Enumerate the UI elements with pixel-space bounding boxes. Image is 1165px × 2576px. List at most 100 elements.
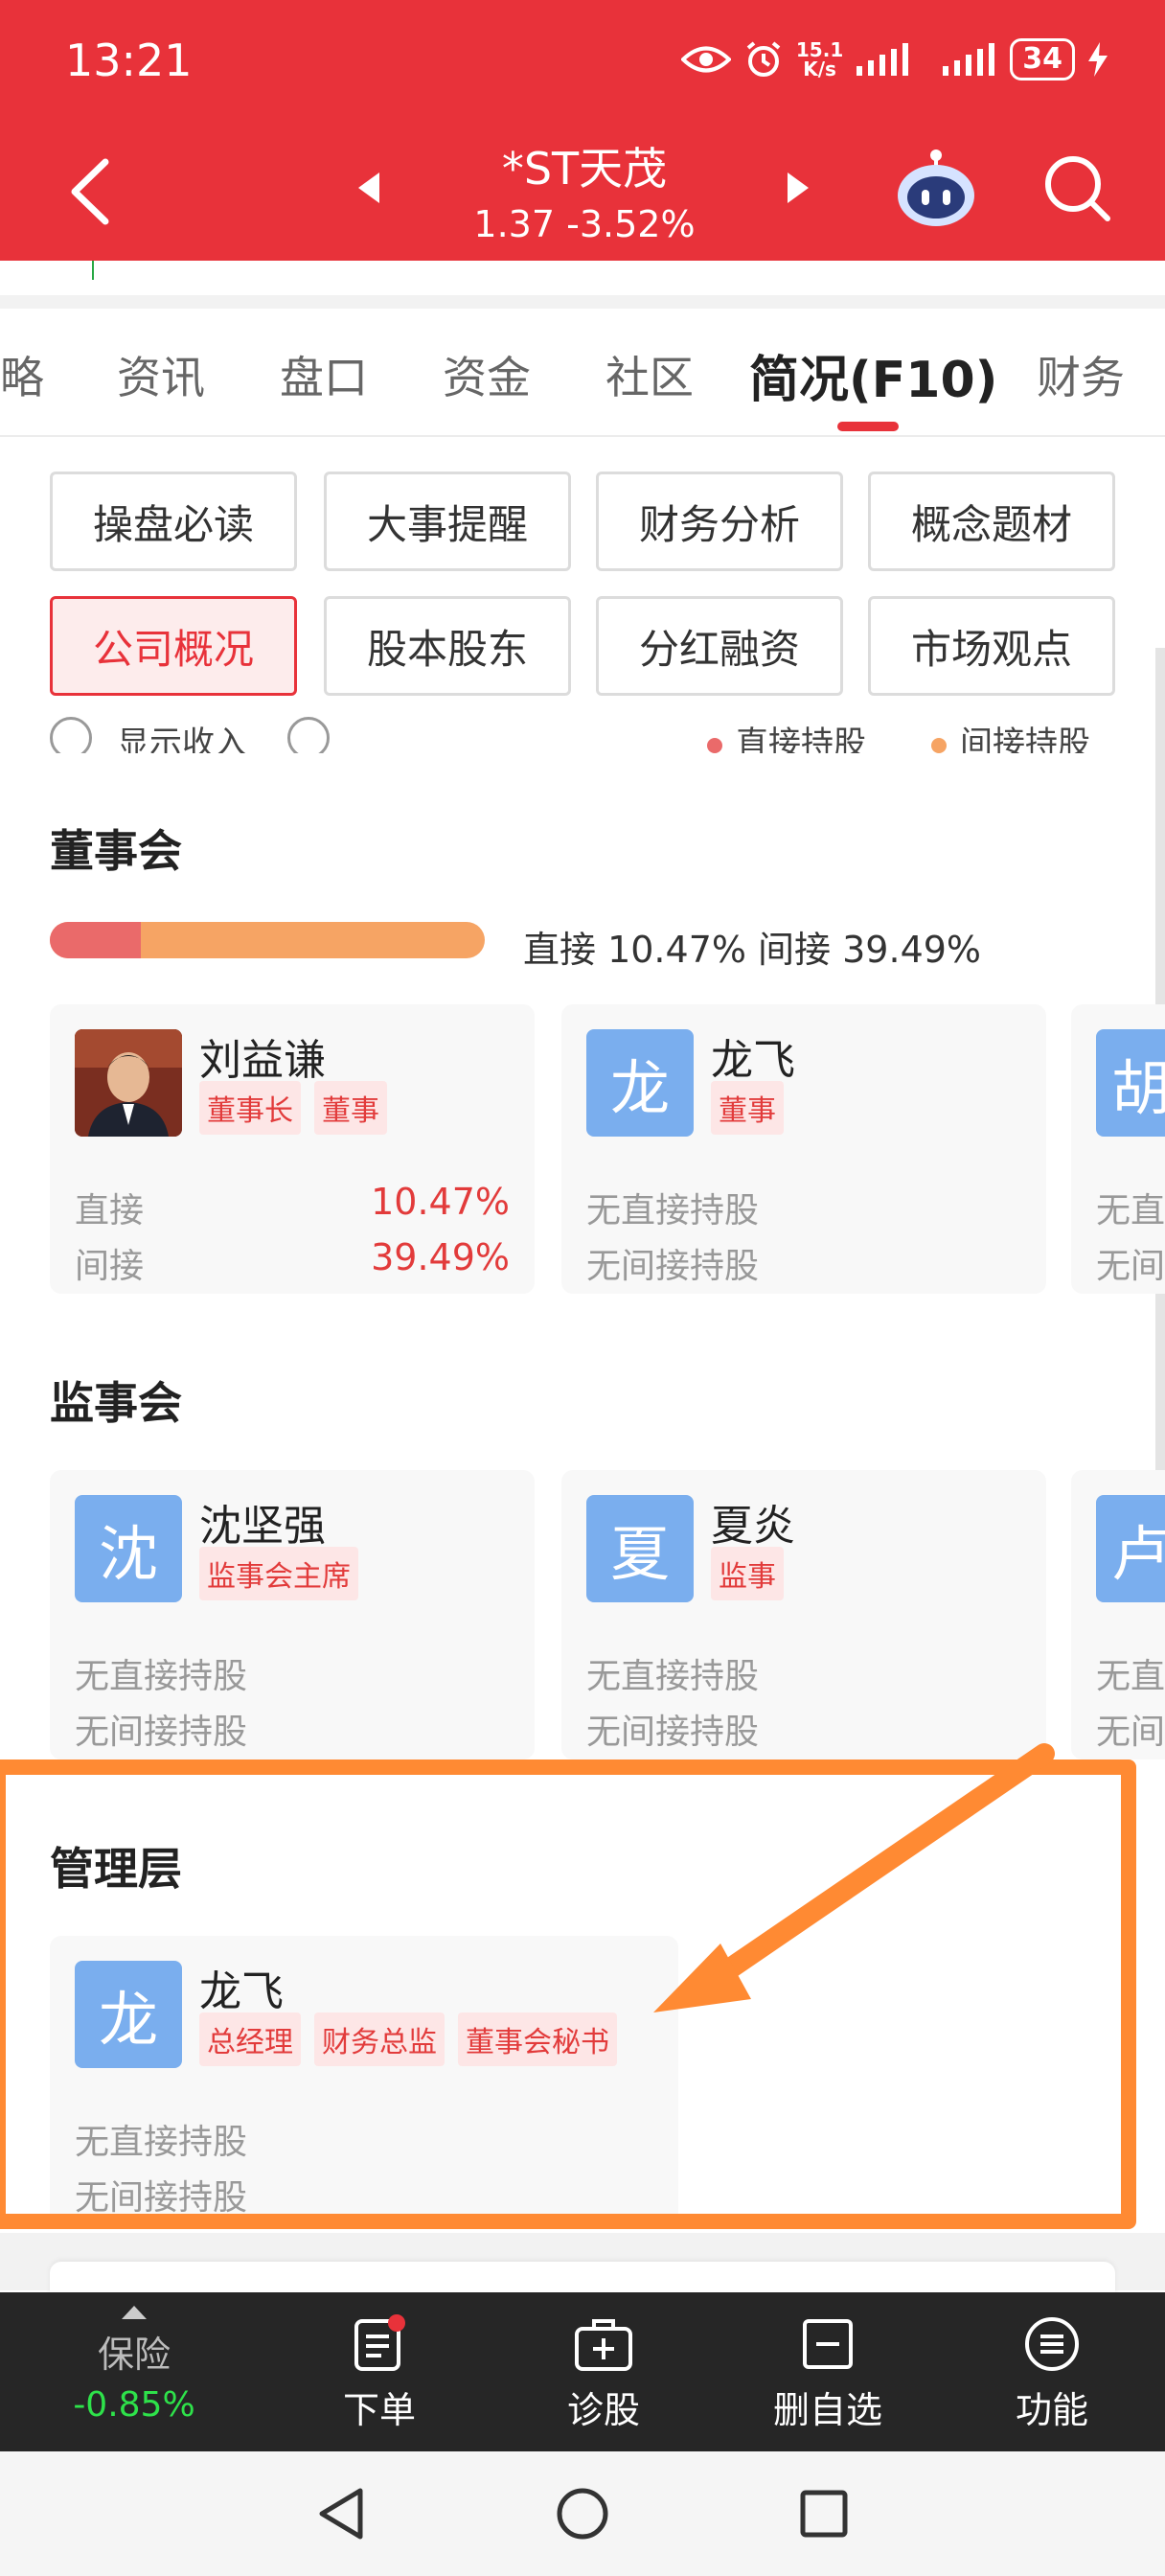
direct-holding-fill [50, 922, 142, 958]
speed-unit: K/s [803, 58, 836, 80]
member-card-partial[interactable]: 胡 无直 无间 [1071, 1004, 1165, 1294]
direct-label: 直接 [75, 1191, 145, 1230]
diagnose-button[interactable]: 诊股 [508, 2313, 699, 2433]
nav-back-button[interactable] [303, 2480, 379, 2547]
back-arrow-icon [71, 158, 109, 225]
member-card-partial[interactable]: 卢 无直 无间 [1071, 1470, 1165, 1760]
legend-indirect: 间接持股 [931, 717, 1090, 753]
prev-triangle-icon [358, 172, 379, 203]
stock-price-line: 1.37 -3.52% [412, 203, 757, 245]
role-tag: 董事 [314, 1081, 387, 1135]
robot-assistant-icon [898, 150, 974, 226]
insurance-button[interactable]: 保险 -0.85% [38, 2304, 230, 2425]
role-tag: 监事 [711, 1547, 784, 1600]
nav-recents-button[interactable] [786, 2480, 862, 2547]
tab-finance[interactable]: 财务 [1037, 343, 1125, 406]
member-name: 龙飞 [711, 1036, 795, 1085]
indirect-dot [931, 737, 947, 753]
role-tags: 监事 [711, 1547, 784, 1600]
direct-dot [707, 737, 722, 753]
holding-bar [50, 922, 485, 958]
status-time: 13:21 [65, 34, 193, 86]
avatar: 胡 [1096, 1029, 1165, 1137]
member-name: 夏炎 [711, 1502, 795, 1551]
no-indirect-holding: 无间接持股 [75, 1713, 248, 1752]
nav-back-icon [319, 2488, 363, 2540]
avatar-photo [75, 1029, 182, 1137]
order-button[interactable]: 下单 [284, 2313, 475, 2433]
chip-concepts[interactable]: 概念题材 [868, 472, 1115, 571]
direct-value: 10.47% [371, 1181, 510, 1223]
chip-events[interactable]: 大事提醒 [324, 472, 571, 571]
no-direct-holding: 无直接持股 [75, 1657, 248, 1696]
remove-watchlist-icon [732, 2313, 924, 2375]
show-income-label: 显示收入 [117, 724, 247, 753]
no-direct-holding: 无直 [1096, 1657, 1165, 1696]
chip-must-read[interactable]: 操盘必读 [50, 472, 297, 571]
functions-label: 功能 [1015, 2389, 1088, 2431]
member-name: 刘益谦 [199, 1036, 326, 1085]
chip-market-views[interactable]: 市场观点 [868, 596, 1115, 696]
tab-funds[interactable]: 资金 [443, 343, 531, 406]
robot-assistant-button[interactable] [893, 146, 979, 232]
no-direct-holding: 无直接持股 [586, 1657, 760, 1696]
indirect-label: 间接 [75, 1247, 145, 1286]
chip-company-profile[interactable]: 公司概况 [50, 596, 297, 696]
indirect-value: 39.49% [371, 1236, 510, 1278]
speed-value: 15.1 [795, 38, 844, 61]
tab-community[interactable]: 社区 [605, 343, 694, 406]
role-tags: 监事会主席 [199, 1547, 358, 1600]
member-card[interactable]: 沈 沈坚强 监事会主席 无直接持股 无间接持股 [50, 1470, 535, 1760]
member-card[interactable]: 夏 夏炎 监事 无直接持股 无间接持股 [561, 1470, 1046, 1760]
next-stock-button[interactable] [778, 169, 816, 207]
management-title: 管理层 [50, 1843, 182, 1895]
insurance-value: -0.85% [73, 2385, 195, 2425]
caret-up-icon [122, 2306, 147, 2319]
remove-watchlist-button[interactable]: 删自选 [732, 2313, 924, 2433]
show-income-radio[interactable] [50, 717, 92, 753]
chip-shareholders[interactable]: 股本股东 [324, 596, 571, 696]
tab-orderbook[interactable]: 盘口 [280, 343, 368, 406]
member-card[interactable]: 刘益谦 董事长 董事 直接 10.47% 间接 39.49% [50, 1004, 535, 1294]
nav-recents-icon [800, 2490, 848, 2538]
person-photo-icon [75, 1029, 182, 1137]
tab-news[interactable]: 资讯 [117, 343, 205, 406]
tab-f10-overview[interactable]: 简况(F10) [749, 339, 997, 411]
nav-home-icon [557, 2488, 608, 2540]
system-nav-bar [0, 2451, 1165, 2576]
tab-strategy[interactable]: 略 [0, 343, 44, 406]
info-icon[interactable] [287, 717, 330, 753]
eye-icon [680, 46, 731, 73]
back-button[interactable] [69, 153, 126, 230]
role-tag: 总经理 [199, 2012, 301, 2066]
avatar: 龙 [75, 1961, 182, 2068]
next-triangle-icon [788, 172, 809, 203]
order-icon [284, 2313, 475, 2375]
signal-icon [857, 43, 909, 76]
role-tags: 总经理 财务总监 董事会秘书 [199, 2012, 617, 2066]
search-button[interactable] [1039, 150, 1115, 226]
no-indirect-holding: 无间接持股 [75, 2178, 248, 2218]
no-indirect-holding: 无间 [1096, 1713, 1165, 1752]
legend-direct: 直接持股 [707, 717, 866, 753]
nav-home-button[interactable] [544, 2480, 621, 2547]
status-icons: 15.1 K/s 34 [680, 33, 1108, 86]
member-card[interactable]: 龙 龙飞 总经理 财务总监 董事会秘书 无直接持股 无间接持股 [50, 1936, 678, 2225]
insurance-label: 保险 [97, 2334, 171, 2376]
functions-button[interactable]: 功能 [956, 2313, 1148, 2433]
holding-summary: 直接 10.47% 间接 39.49% [523, 929, 982, 971]
supervisors-title: 监事会 [50, 1377, 182, 1429]
chip-financial-analysis[interactable]: 财务分析 [596, 472, 843, 571]
chip-dividends[interactable]: 分红融资 [596, 596, 843, 696]
role-tags: 董事长 董事 [199, 1081, 387, 1135]
no-direct-holding: 无直 [1096, 1191, 1165, 1230]
no-indirect-holding: 无间 [1096, 1247, 1165, 1286]
board-title: 董事会 [50, 825, 182, 877]
legend-indirect-label: 间接持股 [960, 724, 1090, 753]
member-card[interactable]: 龙 龙飞 董事 无直接持股 无间接持股 [561, 1004, 1046, 1294]
order-label: 下单 [342, 2389, 416, 2431]
role-tag: 董事长 [199, 1081, 301, 1135]
prev-stock-button[interactable] [351, 169, 389, 207]
role-tags: 董事 [711, 1081, 784, 1135]
role-tag: 董事会秘书 [458, 2012, 617, 2066]
